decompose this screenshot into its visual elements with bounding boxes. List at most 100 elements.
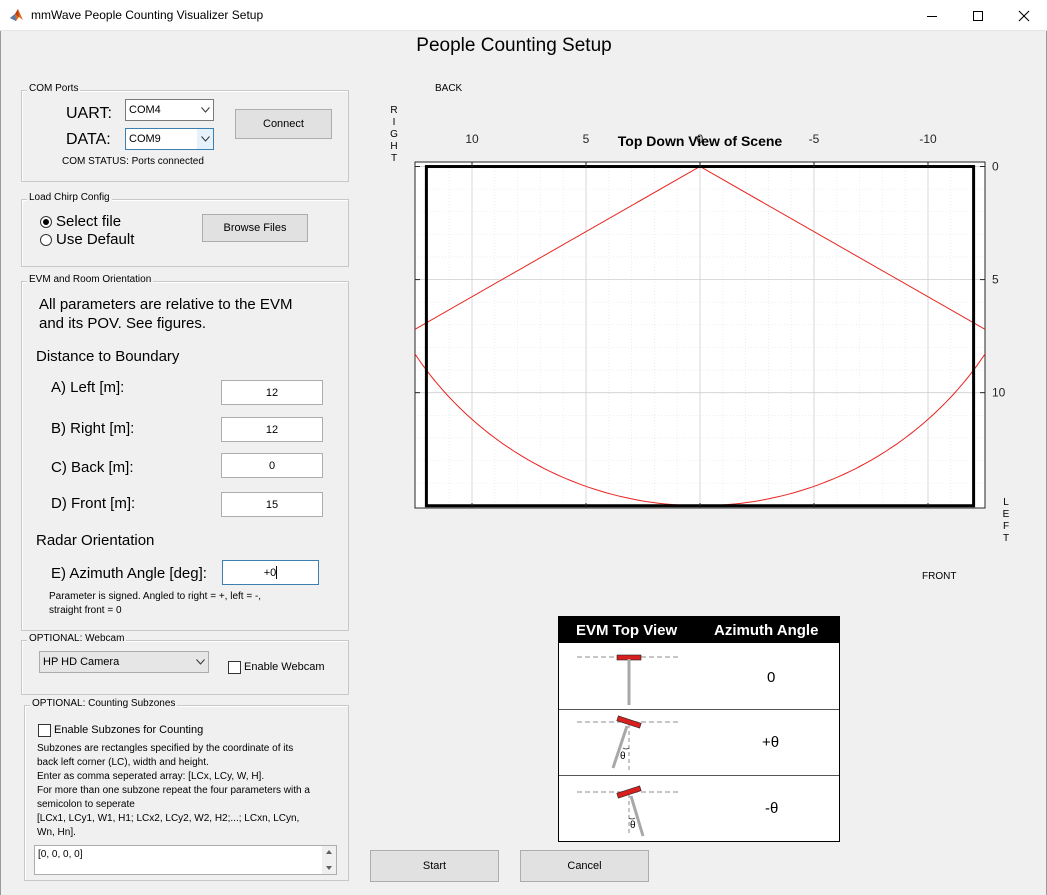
enable-webcam-label: Enable Webcam — [244, 661, 325, 673]
enable-subzones-checkbox[interactable] — [38, 724, 51, 737]
x-tick-label: -10 — [919, 132, 937, 146]
azimuth-angle-value: +0 — [263, 566, 277, 579]
azimuth-value: -θ — [765, 800, 779, 817]
left-distance-label: A) Left [m]: — [51, 379, 125, 396]
chart-title: Top Down View of Scene — [618, 133, 783, 149]
com-ports-panel: COM Ports UART: COM4 DATA: COM9 Connect … — [21, 83, 349, 182]
window-titlebar: mmWave People Counting Visualizer Setup — [0, 0, 1047, 31]
distance-heading: Distance to Boundary — [36, 348, 180, 365]
radar-orientation-heading: Radar Orientation — [36, 532, 155, 549]
theta-figure-label: θ — [620, 751, 626, 762]
subzones-desc-line: back left corner (LC), width and height. — [37, 757, 209, 768]
right-distance-label: B) Right [m]: — [51, 420, 135, 437]
evm-straight-figure — [577, 654, 681, 705]
x-tick-label: 10 — [465, 132, 479, 146]
webcam-value: HP HD Camera — [43, 656, 120, 668]
right-distance-input[interactable]: 12 — [221, 417, 323, 442]
subzones-scrollbar[interactable] — [322, 846, 336, 874]
azimuth-row: 0 — [559, 643, 839, 709]
back-label: BACK — [435, 83, 463, 94]
com-ports-title: COM Ports — [27, 83, 81, 94]
data-port-label: DATA: — [66, 131, 111, 148]
subzones-input[interactable]: [0, 0, 0, 0] — [34, 845, 337, 875]
connect-button[interactable]: Connect — [235, 109, 332, 139]
start-button[interactable]: Start — [370, 850, 499, 882]
com-status-text: COM STATUS: Ports connected — [62, 156, 204, 167]
data-port-dropdown[interactable]: COM9 — [125, 128, 214, 150]
uart-dropdown[interactable]: COM4 — [125, 99, 214, 121]
evm-orientation-title: EVM and Room Orientation — [27, 274, 154, 285]
webcam-panel: OPTIONAL: Webcam HP HD Camera Enable Web… — [21, 633, 349, 695]
evm-intro-line1: All parameters are relative to the EVM — [39, 296, 293, 313]
subzones-desc-line: semicolon to seperate — [37, 799, 135, 810]
subzones-panel: OPTIONAL: Counting Subzones Enable Subzo… — [24, 698, 349, 881]
enable-webcam-checkbox[interactable] — [228, 661, 241, 674]
chirp-config-panel: Load Chirp Config Select file Use Defaul… — [21, 192, 349, 267]
azimuth-angle-input[interactable]: +0 — [222, 560, 319, 585]
page-title: People Counting Setup — [416, 35, 612, 56]
front-label: FRONT — [922, 571, 957, 582]
azimuth-note-line1: Parameter is signed. Angled to right = +… — [49, 591, 262, 602]
uart-value: COM4 — [129, 104, 161, 116]
chirp-config-title: Load Chirp Config — [27, 192, 112, 203]
azimuth-value: 0 — [767, 669, 776, 686]
scroll-arrows-icon — [326, 850, 332, 870]
chevron-down-icon — [192, 652, 208, 672]
left-distance-input[interactable]: 12 — [221, 380, 323, 405]
subzones-desc-line: [LCx1, LCy1, W1, H1; LCx2, LCy2, W2, H2;… — [37, 813, 300, 824]
data-port-value: COM9 — [129, 133, 161, 145]
azimuth-table-header: EVM Top View Azimuth Angle — [559, 617, 839, 643]
text-cursor — [276, 566, 278, 579]
subzones-title: OPTIONAL: Counting Subzones — [30, 698, 178, 709]
front-distance-input[interactable]: 15 — [221, 492, 323, 517]
azimuth-value: +θ — [762, 734, 780, 751]
window-title: mmWave People Counting Visualizer Setup — [31, 8, 264, 22]
azimuth-angle-label: E) Azimuth Angle [deg]: — [51, 565, 207, 582]
x-tick-label: 5 — [583, 132, 590, 146]
evm-orientation-panel: EVM and Room Orientation All parameters … — [21, 274, 349, 631]
azimuth-row: θ -θ — [559, 776, 839, 842]
select-file-radio[interactable] — [40, 216, 52, 228]
webcam-dropdown[interactable]: HP HD Camera — [39, 651, 209, 673]
matlab-logo-icon — [9, 8, 24, 23]
evm-right-angle-figure — [577, 715, 681, 770]
webcam-title: OPTIONAL: Webcam — [27, 633, 127, 644]
use-default-radio[interactable] — [40, 234, 52, 246]
front-distance-label: D) Front [m]: — [51, 495, 136, 512]
azimuth-note-line2: straight front = 0 — [49, 605, 122, 616]
uart-label: UART: — [66, 105, 112, 122]
chevron-down-icon — [197, 129, 213, 149]
col-evm-top-view: EVM Top View — [576, 622, 678, 639]
subzones-desc-line: For more than one subzone repeat the fou… — [37, 785, 310, 796]
maximize-button[interactable] — [955, 0, 1001, 31]
y-tick-label: 5 — [992, 273, 999, 287]
subzones-desc-line: Enter as comma seperated array: [LCx, LC… — [37, 771, 265, 782]
subzones-desc-line: Wn, Hn]. — [37, 827, 76, 838]
evm-left-angle-figure — [577, 785, 681, 837]
azimuth-table: EVM Top View Azimuth Angle 0 θ +θ θ -θ — [558, 616, 840, 842]
scene-chart: 10 5 0 -5 -100510 Top Down View of Scene — [414, 132, 1006, 509]
use-default-label: Use Default — [56, 231, 135, 248]
chevron-down-icon — [197, 100, 213, 120]
minimize-button[interactable] — [909, 0, 955, 31]
x-tick-label: -5 — [809, 132, 820, 146]
maximize-icon — [973, 10, 983, 21]
subzones-desc-line: Subzones are rectangles specified by the… — [37, 743, 294, 754]
azimuth-row: θ +θ — [559, 710, 839, 776]
back-distance-input[interactable]: 0 — [221, 453, 323, 478]
enable-subzones-label: Enable Subzones for Counting — [54, 724, 204, 736]
cancel-button[interactable]: Cancel — [520, 850, 649, 882]
evm-intro-line2: and its POV. See figures. — [39, 315, 207, 332]
y-tick-label: 10 — [992, 386, 1006, 400]
subzones-input-value: [0, 0, 0, 0] — [38, 849, 83, 860]
col-azimuth-angle: Azimuth Angle — [714, 622, 819, 639]
window-frame-left — [0, 31, 1, 895]
select-file-label: Select file — [56, 213, 122, 230]
chart-grid — [415, 162, 985, 508]
minimize-icon — [927, 15, 937, 17]
back-distance-label: C) Back [m]: — [51, 459, 134, 476]
y-tick-label: 0 — [992, 160, 999, 174]
close-button[interactable] — [1001, 0, 1047, 31]
theta-figure-label: θ — [630, 820, 636, 831]
browse-files-button[interactable]: Browse Files — [202, 214, 308, 242]
